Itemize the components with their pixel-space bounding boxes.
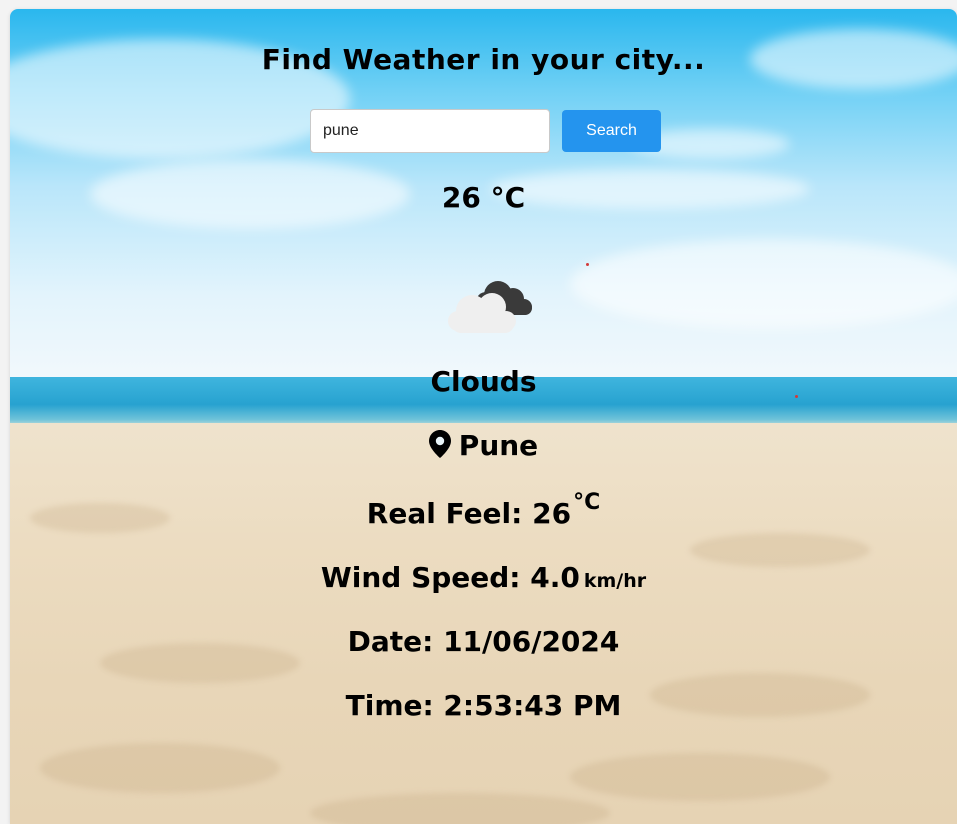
wind-speed-value: Wind Speed: 4.0 — [320, 561, 580, 594]
real-feel-row: Real Feel: 26°C — [10, 490, 957, 530]
page-title: Find Weather in your city... — [261, 43, 706, 76]
cloud-icon — [448, 281, 532, 333]
wind-speed-row: Wind Speed: 4.0 km/hr — [10, 561, 957, 594]
map-pin-icon — [428, 430, 451, 458]
weather-card: Find Weather in your city... Search 26 °… — [10, 9, 957, 824]
temperature-value: 26 °C — [441, 181, 526, 214]
real-feel-value: Real Feel: 26 — [366, 497, 572, 530]
location-row: Pune — [10, 429, 957, 462]
time-value: Time: 2:53:43 PM — [345, 689, 622, 722]
city-search-input[interactable] — [310, 109, 550, 153]
real-feel-unit: °C — [573, 490, 601, 515]
search-button[interactable]: Search — [562, 110, 661, 152]
date-value: Date: 11/06/2024 — [347, 625, 620, 658]
weather-condition: Clouds — [430, 365, 537, 398]
weather-content: Find Weather in your city... Search 26 °… — [10, 9, 957, 824]
city-name: Pune — [458, 429, 539, 462]
wind-speed-unit: km/hr — [583, 570, 647, 592]
